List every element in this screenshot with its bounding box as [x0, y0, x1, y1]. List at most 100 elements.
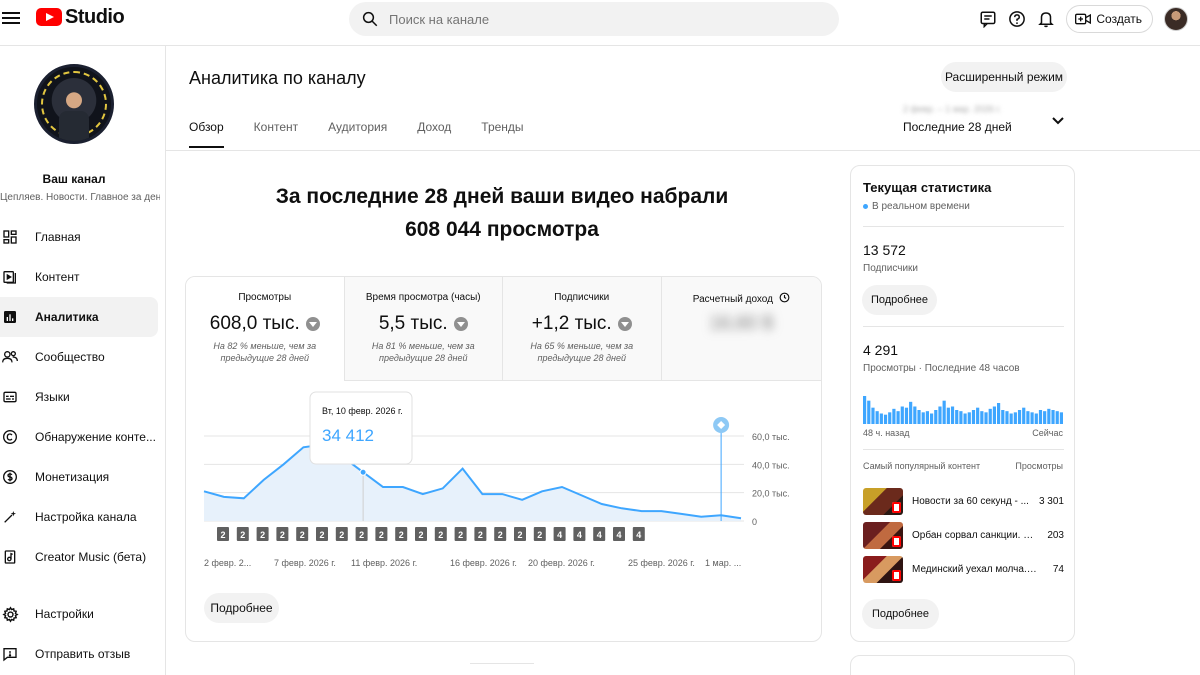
mini-bar	[1005, 411, 1009, 424]
sidebar: Ваш канал Цепляев. Новости. Главное за д…	[0, 46, 166, 675]
views-chart[interactable]: 60,0 тыс. 40,0 тыс. 20,0 тыс. 0 2 2 2 2 2 2 2 2 2 2 2 2…	[186, 381, 822, 581]
x-tick-label: 2 февр. 2...	[204, 558, 251, 568]
video-marker-label: 2	[517, 530, 522, 540]
top-content-views-header: Просмотры	[1015, 461, 1063, 471]
metric-value: 5,5 тыс.	[345, 312, 503, 336]
sidebar-item-creator-music[interactable]: Creator Music (бета)	[0, 537, 166, 577]
sidebar-item-label: Creator Music (бета)	[35, 550, 147, 564]
video-marker-label: 2	[280, 530, 285, 540]
x-tick-label: 11 февр. 2026 г.	[351, 558, 417, 568]
sidebar-item-feedback[interactable]: Отправить отзыв	[0, 634, 166, 674]
account-avatar[interactable]	[1164, 7, 1188, 31]
mini-bar	[888, 412, 892, 424]
top-content-row[interactable]: Орбан сорвал санкции. А ... 203	[863, 521, 1064, 549]
magic-wand-icon	[1, 508, 19, 526]
tab-trends[interactable]: Тренды	[481, 120, 523, 148]
tab-overview[interactable]: Обзор	[189, 120, 224, 148]
metric-label: Расчетный доход	[662, 292, 822, 306]
mini-chart-axis-end: Сейчас	[1032, 428, 1063, 438]
sidebar-nav: Главная Контент Аналитика Сообщество Язы…	[0, 217, 166, 577]
mini-bar	[988, 408, 992, 424]
metric-label-text: Расчетный доход	[692, 294, 773, 305]
mini-bar	[942, 400, 946, 424]
advanced-mode-button[interactable]: Расширенный режим	[941, 62, 1067, 92]
top-content-header: Самый популярный контент	[863, 461, 981, 471]
notifications-bell-icon[interactable]	[1035, 8, 1057, 30]
top-content-row[interactable]: Мединский уехал молча. В... 74	[863, 555, 1064, 583]
dashboard-icon	[1, 228, 19, 246]
create-button[interactable]: Создать	[1066, 5, 1153, 33]
content-icon	[1, 268, 19, 286]
studio-logo[interactable]: Studio	[36, 5, 125, 28]
sidebar-item-content[interactable]: Контент	[0, 257, 166, 297]
metric-note: На 65 % меньше, чем за предыдущие 28 дне…	[530, 341, 634, 363]
x-tick-label: 20 февр. 2026 г.	[528, 558, 595, 568]
date-range-selector[interactable]: 2 февр. – 1 мар. 2026 г. Последние 28 дн…	[903, 104, 1073, 138]
sidebar-item-label: Настройки	[35, 607, 94, 621]
channel-avatar[interactable]	[34, 64, 114, 144]
tab-audience[interactable]: Аудитория	[328, 120, 387, 148]
sidebar-item-monetization[interactable]: Монетизация	[0, 457, 166, 497]
sidebar-item-analytics[interactable]: Аналитика	[0, 297, 158, 337]
help-icon[interactable]	[1006, 8, 1028, 30]
search-icon[interactable]	[361, 10, 379, 28]
metric-subscribers[interactable]: Подписчики +1,2 тыс. На 65 % меньше, чем…	[503, 277, 662, 381]
chart-more-button[interactable]: Подробнее	[204, 593, 279, 623]
sidebar-item-languages[interactable]: Языки	[0, 377, 166, 417]
top-content-row[interactable]: Новости за 60 секунд - ... 3 301	[863, 487, 1064, 515]
video-thumbnail	[863, 521, 903, 549]
subscribers-count: 13 572	[863, 242, 906, 258]
divider	[863, 449, 1064, 450]
headline-line-2: 608 044 просмотра	[405, 218, 599, 241]
mini-bar	[1026, 411, 1030, 424]
subscribers-more-button[interactable]: Подробнее	[862, 285, 937, 315]
video-marker-label: 2	[240, 530, 245, 540]
video-marker-label: 2	[537, 530, 542, 540]
video-marker-label: 2	[478, 530, 483, 540]
video-thumbnail	[863, 555, 903, 583]
mini-bar	[1022, 407, 1026, 424]
sidebar-item-settings[interactable]: Настройки	[0, 594, 166, 634]
mini-bar	[1034, 413, 1038, 424]
menu-icon[interactable]	[2, 9, 20, 27]
monetization-icon	[1, 468, 19, 486]
metric-value-text: 5,5 тыс.	[378, 313, 448, 334]
overview-chart-card: Просмотры 608,0 тыс. На 82 % меньше, чем…	[185, 276, 822, 642]
mini-bar	[1047, 408, 1051, 424]
sidebar-item-community[interactable]: Сообщество	[0, 337, 166, 377]
search-input[interactable]	[389, 11, 809, 27]
logo-text: Studio	[65, 5, 125, 28]
tab-revenue[interactable]: Доход	[417, 120, 451, 148]
scroll-hint-line	[470, 663, 534, 664]
metric-value-blurred: 16,60 $	[709, 313, 773, 334]
video-marker-label: 2	[260, 530, 265, 540]
sidebar-item-label: Главная	[35, 230, 81, 244]
tab-content[interactable]: Контент	[254, 120, 298, 148]
metric-note: На 81 % меньше, чем за предыдущие 28 дне…	[371, 341, 475, 363]
mini-bar	[909, 401, 913, 424]
mini-bar	[1038, 410, 1043, 424]
feedback-bubble-icon[interactable]	[977, 8, 999, 30]
views-48h-count: 4 291	[863, 342, 899, 358]
search-bar[interactable]	[349, 2, 839, 36]
sidebar-item-customization[interactable]: Настройка канала	[0, 497, 166, 537]
mini-bar	[1013, 412, 1017, 424]
video-marker-label: 2	[498, 530, 503, 540]
video-marker-label: 4	[577, 530, 582, 540]
realtime-stats-card: Текущая статистика В реальном времени 13…	[850, 165, 1075, 642]
headline-line-1: За последние 28 дней ваши видео набрали	[275, 185, 729, 208]
x-tick-label: 16 февр. 2026 г.	[450, 558, 517, 568]
chart-tooltip: Вт, 10 февр. 2026 г. 34 412	[309, 391, 413, 465]
top-bar: Studio Создать	[0, 0, 1200, 46]
sidebar-item-content-detection[interactable]: Обнаружение конте...	[0, 417, 166, 457]
mini-bar	[976, 407, 980, 424]
top-content-more-button[interactable]: Подробнее	[862, 599, 939, 629]
views-48h-bar-chart[interactable]	[863, 394, 1064, 424]
channel-name: Ваш канал	[42, 172, 106, 186]
metric-views[interactable]: Просмотры 608,0 тыс. На 82 % меньше, чем…	[186, 277, 345, 381]
metric-revenue[interactable]: Расчетный доход 16,60 $	[661, 277, 822, 381]
music-icon	[1, 548, 19, 566]
mini-bar	[1030, 412, 1034, 424]
sidebar-item-dashboard[interactable]: Главная	[0, 217, 166, 257]
metric-watch-time[interactable]: Время просмотра (часы) 5,5 тыс. На 81 % …	[344, 277, 503, 381]
